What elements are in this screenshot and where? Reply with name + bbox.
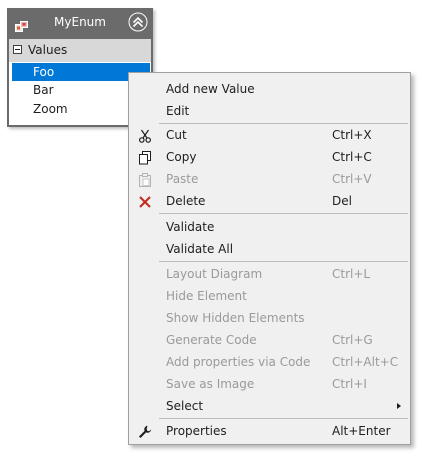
menu-item-label: Validate <box>166 220 215 234</box>
collapse-minus-icon[interactable] <box>13 45 22 54</box>
menu-item-label: Add new Value <box>166 82 255 96</box>
menu-item-label: Add properties via Code <box>166 355 311 369</box>
menu-item-properties[interactable]: Properties Alt+Enter <box>131 420 408 442</box>
menu-item-shortcut: Del <box>332 194 352 208</box>
menu-item-label: Cut <box>166 128 187 142</box>
menu-item-label: Layout Diagram <box>166 267 263 281</box>
menu-item-show-hidden-elements[interactable]: Show Hidden Elements <box>131 307 408 329</box>
menu-item-label: Validate All <box>166 242 234 256</box>
delete-x-icon <box>138 194 152 208</box>
menu-item-label: Copy <box>166 150 197 164</box>
menu-item-add-properties-via-code[interactable]: Add properties via Code Ctrl+Alt+C <box>131 351 408 373</box>
menu-item-hide-element[interactable]: Hide Element <box>131 285 408 307</box>
menu-item-shortcut: Ctrl+L <box>332 267 371 281</box>
menu-item-label: Generate Code <box>166 333 257 347</box>
menu-item-label: Properties <box>166 424 227 438</box>
double-chevron-up-icon[interactable] <box>128 12 148 32</box>
designer-canvas[interactable]: MyEnum Values Foo Bar Zoom Add new Value… <box>0 0 429 462</box>
menu-item-save-as-image[interactable]: Save as Image Ctrl+I <box>131 373 408 395</box>
menu-item-label: Edit <box>166 104 190 118</box>
menu-item-label: Save as Image <box>166 377 255 391</box>
menu-separator <box>159 213 408 214</box>
wrench-icon <box>138 424 152 438</box>
menu-item-generate-code[interactable]: Generate Code Ctrl+G <box>131 329 408 351</box>
enum-header[interactable]: MyEnum <box>7 8 153 38</box>
compartment-label: Values <box>28 43 68 57</box>
menu-item-shortcut: Ctrl+X <box>332 128 372 142</box>
menu-separator <box>159 261 408 262</box>
scissors-icon <box>138 128 152 143</box>
menu-item-shortcut: Alt+Enter <box>332 424 391 438</box>
menu-item-edit[interactable]: Edit <box>131 100 408 122</box>
menu-item-label: Delete <box>166 194 206 208</box>
menu-item-add-new-value[interactable]: Add new Value <box>131 78 408 100</box>
menu-item-validate-all[interactable]: Validate All <box>131 238 408 260</box>
submenu-arrow-icon <box>397 403 401 409</box>
menu-item-shortcut: Ctrl+G <box>332 333 373 347</box>
menu-item-delete[interactable]: Delete Del <box>131 190 408 212</box>
menu-item-label: Select <box>166 399 204 413</box>
menu-item-paste[interactable]: Paste Ctrl+V <box>131 168 408 190</box>
menu-item-select[interactable]: Select <box>131 395 408 417</box>
menu-item-shortcut: Ctrl+I <box>332 377 367 391</box>
values-compartment-header[interactable]: Values <box>9 39 151 62</box>
menu-item-label: Show Hidden Elements <box>166 311 305 325</box>
menu-item-layout-diagram[interactable]: Layout Diagram Ctrl+L <box>131 263 408 285</box>
menu-item-label: Hide Element <box>166 289 247 303</box>
menu-item-label: Paste <box>166 172 199 186</box>
menu-item-shortcut: Ctrl+C <box>332 150 372 164</box>
menu-item-copy[interactable]: Copy Ctrl+C <box>131 146 408 168</box>
copy-icon <box>138 150 152 165</box>
menu-item-shortcut: Ctrl+V <box>332 172 372 186</box>
menu-item-cut[interactable]: Cut Ctrl+X <box>131 124 408 146</box>
context-menu: Add new Value Edit Cut Ctrl+X Copy Ctrl+… <box>128 72 411 445</box>
menu-separator <box>159 418 408 419</box>
menu-item-validate[interactable]: Validate <box>131 216 408 238</box>
paste-icon <box>138 172 152 187</box>
menu-item-shortcut: Ctrl+Alt+C <box>332 355 399 369</box>
